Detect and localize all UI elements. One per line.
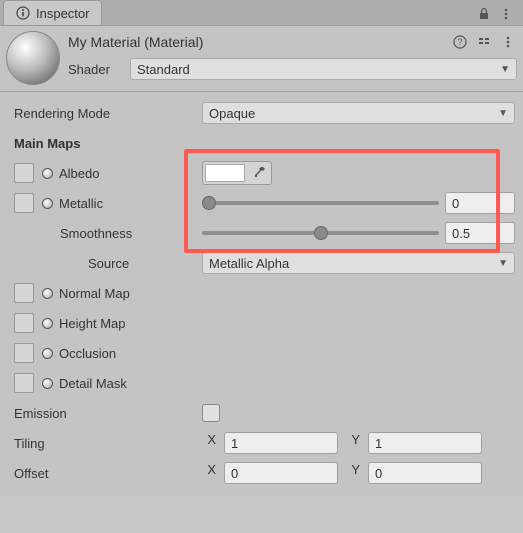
occlusion-label: Occlusion bbox=[59, 346, 116, 361]
inspector-tab[interactable]: Inspector bbox=[3, 0, 102, 25]
emission-checkbox[interactable] bbox=[202, 404, 220, 422]
shader-label: Shader bbox=[68, 62, 122, 77]
offset-y-field[interactable]: 0 bbox=[368, 462, 482, 484]
svg-text:?: ? bbox=[457, 37, 462, 47]
occlusion-picker-icon[interactable] bbox=[42, 348, 53, 359]
help-icon[interactable]: ? bbox=[451, 35, 469, 49]
tiling-label: Tiling bbox=[14, 436, 194, 451]
chevron-down-icon: ▼ bbox=[500, 64, 510, 75]
normal-map-texture-slot[interactable] bbox=[14, 283, 34, 303]
eyedropper-icon[interactable] bbox=[249, 166, 269, 180]
offset-x-field[interactable]: 0 bbox=[224, 462, 338, 484]
rendering-mode-dropdown[interactable]: Opaque ▼ bbox=[202, 102, 515, 124]
emission-label: Emission bbox=[14, 406, 194, 421]
material-title: My Material (Material) bbox=[68, 34, 445, 50]
rendering-mode-value: Opaque bbox=[209, 106, 255, 121]
material-preview-sphere bbox=[6, 31, 60, 85]
info-icon bbox=[16, 6, 30, 20]
y-label: Y bbox=[346, 432, 360, 454]
shader-dropdown[interactable]: Standard ▼ bbox=[130, 58, 517, 80]
albedo-texture-slot[interactable] bbox=[14, 163, 34, 183]
x-label: X bbox=[202, 432, 216, 454]
source-value: Metallic Alpha bbox=[209, 256, 289, 271]
smoothness-slider[interactable] bbox=[202, 224, 439, 242]
chevron-down-icon: ▼ bbox=[498, 258, 508, 269]
presets-icon[interactable] bbox=[475, 35, 493, 49]
slider-thumb[interactable] bbox=[314, 226, 328, 240]
main-maps-header: Main Maps bbox=[14, 136, 194, 151]
smoothness-source-dropdown[interactable]: Metallic Alpha ▼ bbox=[202, 252, 515, 274]
source-label: Source bbox=[14, 256, 194, 271]
occlusion-texture-slot[interactable] bbox=[14, 343, 34, 363]
offset-label: Offset bbox=[14, 466, 194, 481]
detail-mask-picker-icon[interactable] bbox=[42, 378, 53, 389]
metallic-texture-slot[interactable] bbox=[14, 193, 34, 213]
menu-icon[interactable] bbox=[499, 35, 517, 49]
metallic-value-field[interactable]: 0 bbox=[445, 192, 515, 214]
albedo-color-field[interactable] bbox=[202, 161, 272, 185]
normal-map-label: Normal Map bbox=[59, 286, 130, 301]
smoothness-label: Smoothness bbox=[14, 226, 194, 241]
albedo-picker-icon[interactable] bbox=[42, 168, 53, 179]
metallic-label: Metallic bbox=[59, 196, 103, 211]
smoothness-value-field[interactable]: 0.5 bbox=[445, 222, 515, 244]
height-map-label: Height Map bbox=[59, 316, 125, 331]
x-label: X bbox=[202, 462, 216, 484]
height-map-picker-icon[interactable] bbox=[42, 318, 53, 329]
tiling-x-field[interactable]: 1 bbox=[224, 432, 338, 454]
detail-mask-label: Detail Mask bbox=[59, 376, 127, 391]
lock-icon[interactable] bbox=[475, 7, 493, 21]
detail-mask-texture-slot[interactable] bbox=[14, 373, 34, 393]
normal-map-picker-icon[interactable] bbox=[42, 288, 53, 299]
metallic-picker-icon[interactable] bbox=[42, 198, 53, 209]
dots-icon[interactable] bbox=[497, 7, 515, 21]
rendering-mode-label: Rendering Mode bbox=[14, 106, 194, 121]
chevron-down-icon: ▼ bbox=[498, 108, 508, 119]
tiling-y-field[interactable]: 1 bbox=[368, 432, 482, 454]
tab-label: Inspector bbox=[36, 6, 89, 21]
y-label: Y bbox=[346, 462, 360, 484]
slider-thumb[interactable] bbox=[202, 196, 216, 210]
height-map-texture-slot[interactable] bbox=[14, 313, 34, 333]
metallic-slider[interactable] bbox=[202, 194, 439, 212]
albedo-color-swatch bbox=[205, 164, 245, 182]
shader-value: Standard bbox=[137, 62, 190, 77]
albedo-label: Albedo bbox=[59, 166, 99, 181]
